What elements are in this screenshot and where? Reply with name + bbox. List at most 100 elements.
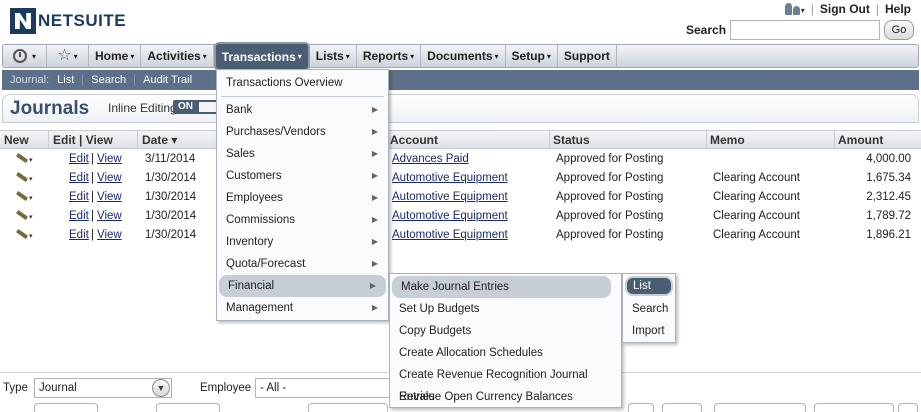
separator: | <box>810 2 814 16</box>
filter-field[interactable] <box>628 403 654 412</box>
row-memo: Clearing Account <box>713 229 800 241</box>
table-row: ▾ Edit | View 1/30/2014 Automotive Equip… <box>0 170 921 189</box>
row-amount: 1,789.72 <box>866 210 911 222</box>
filter-field[interactable] <box>308 403 388 412</box>
nav-setup[interactable]: Setup ▾ <box>506 45 558 67</box>
chevron-right-icon: ▶ <box>371 303 378 312</box>
roles-icon[interactable]: ▾ <box>784 3 805 15</box>
menu-divider <box>221 96 384 97</box>
edit-pencil-icon[interactable]: ▾ <box>15 171 36 185</box>
menu-create-allocation-schedules[interactable]: Create Allocation Schedules <box>390 342 621 364</box>
menu-journal-list[interactable]: List <box>625 276 673 296</box>
row-edit-link[interactable]: Edit <box>69 191 89 203</box>
clock-icon <box>12 49 27 63</box>
row-view-link[interactable]: View <box>97 153 122 165</box>
edit-pencil-icon[interactable]: ▾ <box>15 209 36 223</box>
col-account[interactable]: Account <box>390 133 438 147</box>
subnav-audit-trail-link[interactable]: Audit Trail <box>134 74 200 86</box>
row-date: 3/11/2014 <box>145 153 196 165</box>
filter-field[interactable] <box>662 403 702 412</box>
row-account[interactable]: Automotive Equipment <box>392 229 508 241</box>
row-status: Approved for Posting <box>556 172 664 184</box>
row-edit-link[interactable]: Edit <box>69 210 89 222</box>
nav-support[interactable]: Support <box>558 45 617 67</box>
filter-field[interactable] <box>898 403 918 412</box>
filter-field[interactable] <box>814 403 894 412</box>
edit-pencil-icon[interactable]: ▾ <box>15 228 36 242</box>
row-view-link[interactable]: View <box>97 229 122 241</box>
row-edit-link[interactable]: Edit <box>69 172 89 184</box>
chevron-right-icon: ▶ <box>369 281 376 290</box>
table-row: ▾ Edit | View 3/11/2014 Advances Paid Ap… <box>0 151 921 170</box>
menu-commissions[interactable]: Commissions ▶ <box>217 209 388 231</box>
menu-bank[interactable]: Bank ▶ <box>217 99 388 121</box>
inline-editing-label: Inline Editing <box>108 101 177 115</box>
nav-transactions[interactable]: Transactions ▾ <box>213 42 310 71</box>
col-new[interactable]: New <box>4 133 29 147</box>
menu-journal-import[interactable]: Import <box>623 320 675 342</box>
row-edit-link[interactable]: Edit <box>69 229 89 241</box>
filter-field[interactable] <box>34 403 98 412</box>
nav-home[interactable]: Home ▾ <box>89 45 142 67</box>
recent-records-button[interactable]: ▾ <box>3 45 47 67</box>
row-account[interactable]: Automotive Equipment <box>392 191 508 203</box>
nav-reports[interactable]: Reports ▾ <box>357 45 422 67</box>
menu-customers[interactable]: Customers ▶ <box>217 165 388 187</box>
col-amount[interactable]: Amount <box>838 133 883 147</box>
row-view-link[interactable]: View <box>97 191 122 203</box>
shortcuts-button[interactable]: ☆ ▾ <box>47 45 89 67</box>
row-view-link[interactable]: View <box>97 210 122 222</box>
col-date[interactable]: Date ▾ <box>142 133 177 147</box>
menu-set-up-budgets[interactable]: Set Up Budgets <box>390 298 621 320</box>
nav-activities[interactable]: Activities ▾ <box>141 45 214 67</box>
edit-pencil-icon[interactable]: ▾ <box>15 190 36 204</box>
menu-management[interactable]: Management ▶ <box>217 297 388 319</box>
netsuite-logo[interactable]: NETSUITE <box>10 8 126 34</box>
edit-pencil-icon[interactable]: ▾ <box>15 152 36 166</box>
employee-filter-select[interactable]: - All - <box>255 378 405 398</box>
menu-quota-forecast[interactable]: Quota/Forecast ▶ <box>217 253 388 275</box>
row-account[interactable]: Advances Paid <box>392 153 469 165</box>
go-button[interactable]: Go <box>884 20 914 40</box>
col-status[interactable]: Status <box>553 133 590 147</box>
menu-financial[interactable]: Financial ▶ <box>219 275 386 297</box>
subnav-search-link[interactable]: Search <box>82 74 134 86</box>
menu-sales[interactable]: Sales ▶ <box>217 143 388 165</box>
row-amount: 2,312.45 <box>866 191 911 203</box>
table-row: ▾ Edit | View 1/30/2014 Automotive Equip… <box>0 189 921 208</box>
nav-documents[interactable]: Documents ▾ <box>421 45 506 67</box>
employee-filter-label: Employee <box>200 382 252 394</box>
row-account[interactable]: Automotive Equipment <box>392 210 508 222</box>
filter-field[interactable] <box>714 403 806 412</box>
nav-lists[interactable]: Lists ▾ <box>310 45 357 67</box>
subnav-list-link[interactable]: List <box>57 74 82 86</box>
menu-employees[interactable]: Employees ▶ <box>217 187 388 209</box>
row-date: 1/30/2014 <box>145 172 197 184</box>
col-memo[interactable]: Memo <box>710 133 745 147</box>
menu-make-journal-entries[interactable]: Make Journal Entries <box>392 276 611 298</box>
help-link[interactable]: Help <box>885 2 911 16</box>
chevron-down-icon[interactable]: ▼ <box>152 379 170 397</box>
menu-transactions-overview[interactable]: Transactions Overview <box>217 72 388 94</box>
row-view-link[interactable]: View <box>97 172 122 184</box>
chevron-right-icon: ▶ <box>371 259 378 268</box>
menu-journal-search[interactable]: Search <box>623 298 675 320</box>
chevron-right-icon: ▶ <box>371 193 378 202</box>
menu-copy-budgets[interactable]: Copy Budgets <box>390 320 621 342</box>
menu-purchases-vendors[interactable]: Purchases/Vendors ▶ <box>217 121 388 143</box>
subnav-label: Journal: <box>10 74 50 86</box>
menu-create-revenue-recognition[interactable]: Create Revenue Recognition Journal Entri… <box>390 364 621 403</box>
sign-out-link[interactable]: Sign Out <box>820 2 870 16</box>
row-account[interactable]: Automotive Equipment <box>392 172 508 184</box>
chevron-right-icon: ▶ <box>371 149 378 158</box>
sub-nav: Journal: List Search Audit Trail <box>2 70 919 90</box>
row-amount: 4,000.00 <box>866 153 911 165</box>
row-edit-link[interactable]: Edit <box>69 153 89 165</box>
filter-field[interactable] <box>156 403 220 412</box>
row-date: 1/30/2014 <box>145 210 197 222</box>
table-header: New Edit | View Date ▾ Account Status Me… <box>0 130 921 149</box>
menu-inventory[interactable]: Inventory ▶ <box>217 231 388 253</box>
global-search-input[interactable] <box>730 20 880 40</box>
inline-editing-toggle[interactable]: ON <box>173 100 219 114</box>
menu-revalue-currency-balances[interactable]: Revalue Open Currency Balances <box>390 386 621 408</box>
